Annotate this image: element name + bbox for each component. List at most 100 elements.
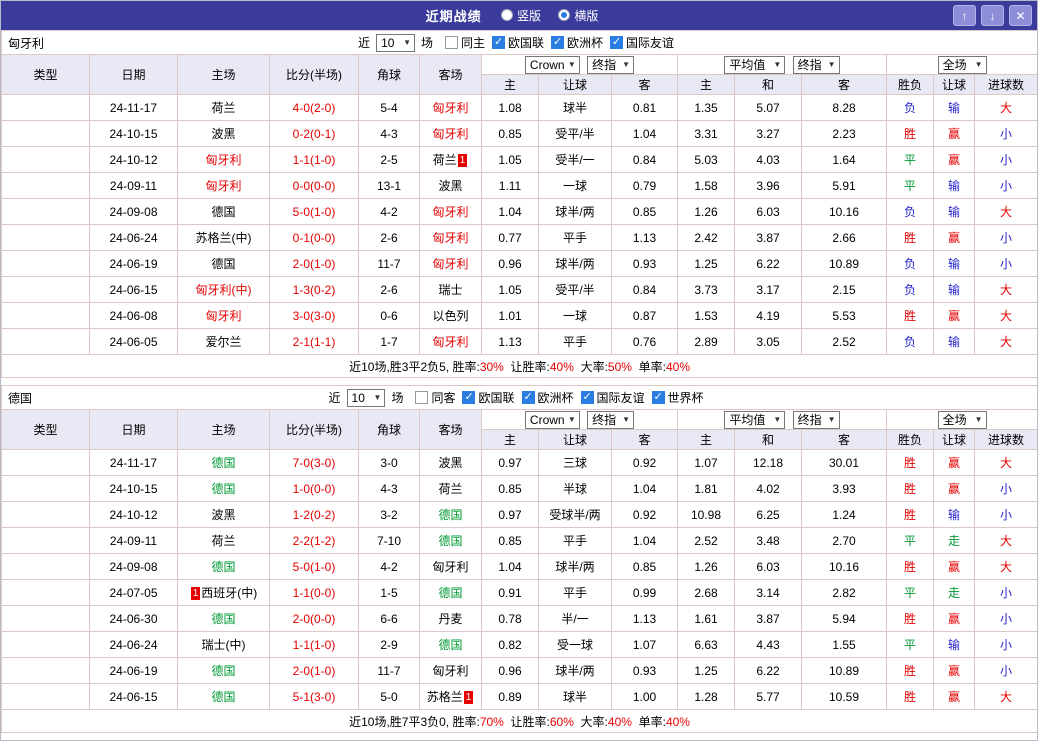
match-score: 2-2(1-2) — [270, 528, 359, 554]
result-handicap: 赢 — [934, 554, 975, 580]
home-team[interactable]: 德国 — [178, 199, 270, 225]
final-index-select[interactable]: 终指▼ — [793, 411, 840, 429]
home-team[interactable]: 德国 — [178, 450, 270, 476]
away-team[interactable]: 匈牙利 — [420, 225, 482, 251]
checkbox-label: 欧洲杯 — [567, 34, 603, 51]
filter-checkbox-同客[interactable]: 同客 — [415, 389, 455, 406]
home-team[interactable]: 德国 — [178, 684, 270, 710]
match-date: 24-11-17 — [90, 95, 178, 121]
away-team[interactable]: 匈牙利 — [420, 199, 482, 225]
match-row: 欧洲杯24-06-30德国2-0(0-0)6-6丹麦0.78半/一1.131.6… — [2, 606, 1038, 632]
layout-radio-horizontal[interactable]: 横版 — [558, 7, 598, 24]
filter-row: 匈牙利 近 10▼ 场 同主欧国联欧洲杯国际友谊 — [2, 31, 1038, 55]
col-avg-draw: 和 — [735, 75, 802, 95]
filter-checkbox-国际友谊[interactable]: 国际友谊 — [581, 389, 645, 406]
away-team[interactable]: 匈牙利 — [420, 95, 482, 121]
bookmaker-select[interactable]: Crown▼ — [525, 411, 580, 429]
home-team[interactable]: 荷兰 — [178, 95, 270, 121]
filter-checkbox-世界杯[interactable]: 世界杯 — [652, 389, 704, 406]
chevron-down-icon: ▼ — [568, 60, 576, 69]
filter-checkbox-欧国联[interactable]: 欧国联 — [492, 34, 544, 51]
final-index-select[interactable]: 终指▼ — [793, 56, 840, 74]
match-score: 2-1(1-1) — [270, 329, 359, 355]
home-team[interactable]: 德国 — [178, 251, 270, 277]
avg-away: 2.66 — [802, 225, 887, 251]
final-index-select[interactable]: 终指▼ — [587, 411, 634, 429]
away-team[interactable]: 德国 — [420, 632, 482, 658]
match-score: 1-2(0-2) — [270, 502, 359, 528]
scope-select[interactable]: 全场▼ — [938, 56, 987, 74]
home-team[interactable]: 匈牙利(中) — [178, 277, 270, 303]
away-team[interactable]: 苏格兰1 — [420, 684, 482, 710]
close-button[interactable]: ✕ — [1009, 5, 1032, 26]
away-team[interactable]: 德国 — [420, 528, 482, 554]
home-team[interactable]: 荷兰 — [178, 528, 270, 554]
avg-draw: 3.27 — [735, 121, 802, 147]
layout-radio-vertical[interactable]: 竖版 — [501, 7, 541, 24]
home-team[interactable]: 匈牙利 — [178, 173, 270, 199]
team-name: 匈牙利 — [432, 231, 468, 245]
away-team[interactable]: 波黑 — [420, 450, 482, 476]
home-team[interactable]: 德国 — [178, 606, 270, 632]
match-score: 3-0(3-0) — [270, 303, 359, 329]
home-team[interactable]: 波黑 — [178, 502, 270, 528]
away-team[interactable]: 荷兰 — [420, 476, 482, 502]
final-index-select[interactable]: 终指▼ — [587, 56, 634, 74]
odds-home: 1.04 — [482, 554, 539, 580]
team-name: 瑞士(中) — [202, 638, 246, 652]
away-team[interactable]: 以色列 — [420, 303, 482, 329]
filter-checkbox-欧洲杯[interactable]: 欧洲杯 — [551, 34, 603, 51]
away-team[interactable]: 匈牙利 — [420, 329, 482, 355]
home-team[interactable]: 德国 — [178, 476, 270, 502]
avg-home: 1.26 — [678, 199, 735, 225]
avg-draw: 5.07 — [735, 95, 802, 121]
home-team[interactable]: 波黑 — [178, 121, 270, 147]
filter-checkbox-国际友谊[interactable]: 国际友谊 — [610, 34, 674, 51]
home-team[interactable]: 德国 — [178, 554, 270, 580]
away-team[interactable]: 匈牙利 — [420, 554, 482, 580]
filter-checkbox-欧国联[interactable]: 欧国联 — [462, 389, 514, 406]
home-team[interactable]: 爱尔兰 — [178, 329, 270, 355]
match-score: 1-1(1-0) — [270, 632, 359, 658]
move-up-button[interactable]: ↑ — [953, 5, 976, 26]
avg-away: 2.15 — [802, 277, 887, 303]
team-name: 匈牙利 — [205, 309, 241, 323]
team-name: 以色列 — [432, 309, 468, 323]
match-row: 欧国联24-10-15德国1-0(0-0)4-3荷兰0.85半球1.041.81… — [2, 476, 1038, 502]
odds-home: 0.78 — [482, 606, 539, 632]
average-select[interactable]: 平均值▼ — [724, 411, 785, 429]
match-row: 欧洲杯24-06-19德国2-0(1-0)11-7匈牙利0.96球半/两0.93… — [2, 251, 1038, 277]
corners: 1-5 — [359, 580, 420, 606]
scope-select[interactable]: 全场▼ — [938, 411, 987, 429]
move-down-button[interactable]: ↓ — [981, 5, 1004, 26]
odds-home: 0.82 — [482, 632, 539, 658]
col-odds-handicap: 让球 — [539, 75, 612, 95]
match-count-select[interactable]: 10▼ — [347, 389, 386, 407]
home-team[interactable]: 德国 — [178, 658, 270, 684]
home-team[interactable]: 匈牙利 — [178, 147, 270, 173]
away-team[interactable]: 波黑 — [420, 173, 482, 199]
away-team[interactable]: 丹麦 — [420, 606, 482, 632]
team-name: 德国 — [211, 690, 235, 704]
avg-home: 1.25 — [678, 251, 735, 277]
away-team[interactable]: 瑞士 — [420, 277, 482, 303]
home-team[interactable]: 1西班牙(中) — [178, 580, 270, 606]
away-team[interactable]: 匈牙利 — [420, 658, 482, 684]
match-date: 24-06-19 — [90, 251, 178, 277]
home-team[interactable]: 瑞士(中) — [178, 632, 270, 658]
away-team[interactable]: 德国 — [420, 502, 482, 528]
average-select[interactable]: 平均值▼ — [724, 56, 785, 74]
result-handicap: 输 — [934, 632, 975, 658]
away-team[interactable]: 德国 — [420, 580, 482, 606]
match-count-select[interactable]: 10▼ — [376, 34, 415, 52]
home-team[interactable]: 匈牙利 — [178, 303, 270, 329]
filter-checkbox-欧洲杯[interactable]: 欧洲杯 — [522, 389, 574, 406]
result-handicap: 走 — [934, 528, 975, 554]
away-team[interactable]: 匈牙利 — [420, 251, 482, 277]
bookmaker-select[interactable]: Crown▼ — [525, 56, 580, 74]
away-team[interactable]: 匈牙利 — [420, 121, 482, 147]
home-team[interactable]: 苏格兰(中) — [178, 225, 270, 251]
titlebar-center: 近期战绩 竖版 横版 — [426, 6, 613, 25]
away-team[interactable]: 荷兰1 — [420, 147, 482, 173]
filter-checkbox-同主[interactable]: 同主 — [445, 34, 485, 51]
